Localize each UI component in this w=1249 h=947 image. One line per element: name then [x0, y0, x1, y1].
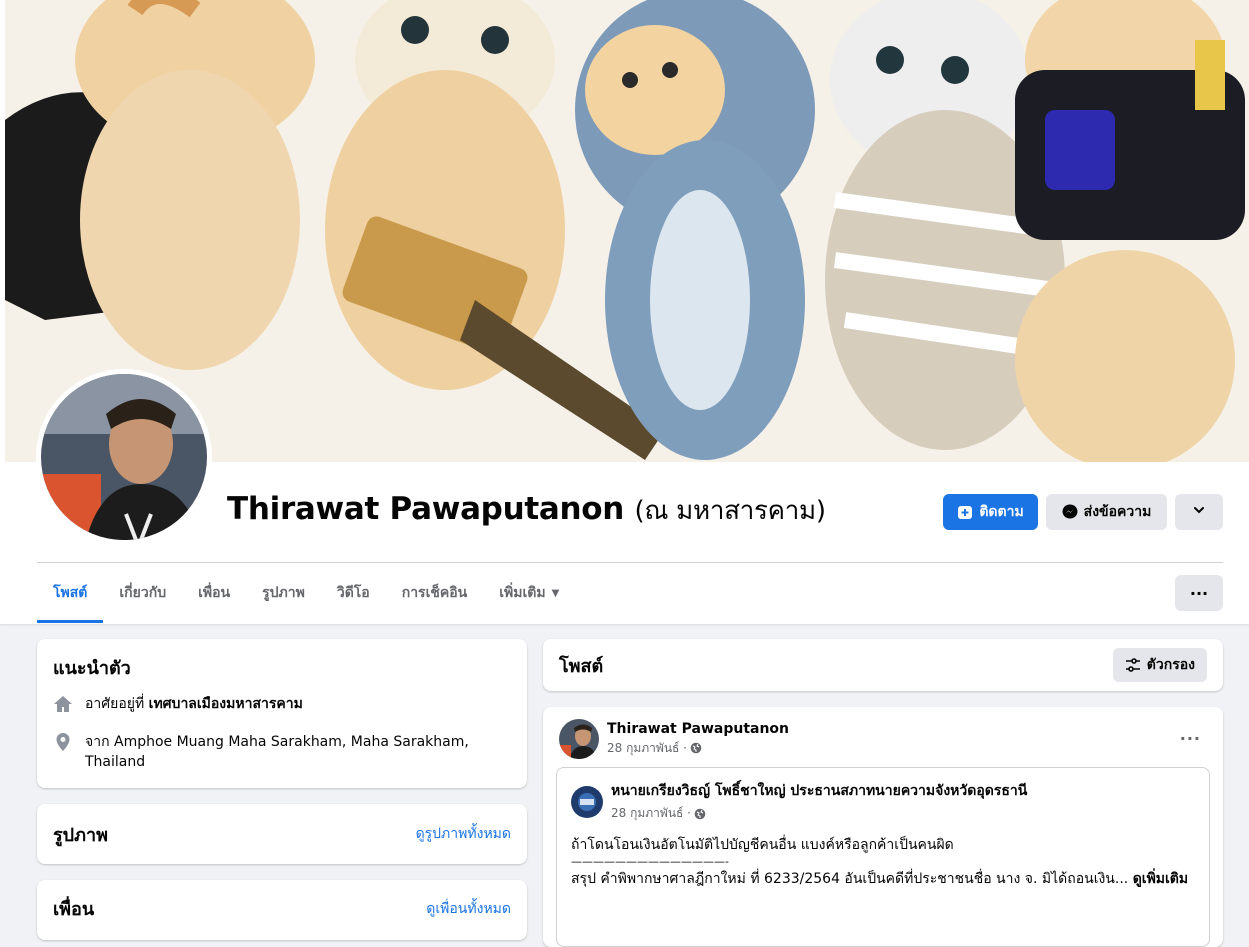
tab-label: เพื่อน [198, 585, 231, 601]
intro-title: แนะนำตัว [53, 658, 131, 679]
tab-about[interactable]: เกี่ยวกับ [103, 563, 182, 623]
profile-header: Thirawat Pawaputanon (ณ มหาสารคาม) ติดตา… [0, 0, 1249, 624]
photos-title: รูปภาพ [53, 824, 108, 846]
tab-label: เกี่ยวกับ [119, 585, 167, 601]
tab-label: เพิ่มเติม [499, 585, 546, 601]
see-all-friends-link[interactable]: ดูเพื่อนทั้งหมด [426, 898, 511, 920]
chevron-down-icon [1192, 503, 1206, 521]
post-author-info: Thirawat Pawaputanon 28 กุมภาพันธ์ · [607, 721, 789, 758]
friends-header: เพื่อน ดูเพื่อนทั้งหมด [53, 894, 511, 923]
profile-avatar[interactable] [41, 374, 207, 540]
from-prefix: จาก [85, 734, 110, 750]
tab-label: รูปภาพ [262, 585, 305, 601]
more-dots-icon: ··· [1179, 729, 1201, 748]
profile-name: Thirawat Pawaputanon (ณ มหาสารคาม) [227, 490, 826, 531]
post-author-avatar[interactable] [559, 719, 599, 759]
tab-label: การเช็คอิน [401, 585, 468, 601]
see-more-link[interactable]: ดูเพิ่มเติม [1133, 871, 1188, 887]
photos-card: รูปภาพ ดูรูปภาพทั้งหมด [37, 804, 527, 864]
intro-from-text: จาก Amphoe Muang Maha Sarakham, Maha Sar… [85, 732, 511, 772]
home-icon [53, 694, 85, 720]
shared-text-summary: สรุป คำพิพากษาศาลฎีกาใหม่ ที่ 6233/2564 … [571, 871, 1129, 887]
post-date[interactable]: 28 กุมภาพันธ์ · [607, 739, 687, 758]
shared-post-header: หนายเกรียงวิธญ์ โพธิ์ชาใหญ่ ประธานสภาทนา… [571, 780, 1195, 823]
posts-header-card: โพสต์ ตัวกรอง [543, 639, 1223, 691]
intro-lives-text: อาศัยอยู่ที่ เทศบาลเมืองมหาสารคาม [85, 694, 303, 714]
intro-lives-in: อาศัยอยู่ที่ เทศบาลเมืองมหาสารคาม [53, 694, 511, 720]
profile-tabs: โพสต์ เกี่ยวกับ เพื่อน รูปภาพ วิดีโอ การ… [37, 563, 575, 623]
follow-label: ติดตาม [979, 504, 1024, 520]
caret-down-icon: ▼ [551, 587, 560, 599]
shared-author-info: หนายเกรียงวิธญ์ โพธิ์ชาใหญ่ ประธานสภาทนา… [611, 780, 1027, 823]
post-card: Thirawat Pawaputanon 28 กุมภาพันธ์ · ···… [543, 707, 1223, 947]
globe-icon [690, 742, 702, 754]
follow-plus-icon [957, 504, 973, 520]
lives-prefix: อาศัยอยู่ที่ [85, 696, 145, 712]
shared-author-avatar[interactable] [571, 785, 603, 818]
more-dots-icon: ··· [1189, 583, 1209, 603]
shared-post-text: ถ้าโดนโอนเงินอัตโนมัติไปบัญชีคนอื่น แบงค… [571, 835, 1195, 889]
filter-label: ตัวกรอง [1146, 657, 1195, 673]
tabs-more-options-button[interactable]: ··· [1175, 575, 1223, 611]
intro-card: แนะนำตัว อาศัยอยู่ที่ เทศบาลเมืองมหาสารค… [37, 639, 527, 788]
post-meta: 28 กุมภาพันธ์ · [607, 739, 789, 758]
tab-more[interactable]: เพิ่มเติม ▼ [483, 563, 575, 623]
message-button[interactable]: ส่งข้อความ [1046, 494, 1167, 530]
tab-friends[interactable]: เพื่อน [182, 563, 246, 623]
cover-photo[interactable] [5, 0, 1249, 462]
tab-videos[interactable]: วิดีโอ [321, 563, 386, 623]
shared-text-line: สรุป คำพิพากษาศาลฎีกาใหม่ ที่ 6233/2564 … [571, 869, 1195, 889]
shared-author-name[interactable]: หนายเกรียงวิธญ์ โพธิ์ชาใหญ่ ประธานสภาทนา… [611, 780, 1027, 802]
profile-more-button[interactable] [1175, 494, 1223, 530]
see-all-photos-link[interactable]: ดูรูปภาพทั้งหมด [416, 823, 511, 845]
location-pin-icon [53, 732, 85, 758]
shared-text-line: ——————————————- [571, 855, 729, 868]
tab-label: โพสต์ [53, 585, 88, 601]
friends-card: เพื่อน ดูเพื่อนทั้งหมด [37, 880, 527, 940]
tab-checkins[interactable]: การเช็คอิน [386, 563, 484, 623]
messenger-icon [1062, 504, 1078, 520]
lives-place[interactable]: เทศบาลเมืองมหาสารคาม [149, 696, 303, 712]
post-options-button[interactable]: ··· [1180, 729, 1201, 748]
tab-label: วิดีโอ [336, 585, 370, 601]
message-label: ส่งข้อความ [1083, 504, 1152, 520]
shared-post-meta: 28 กุมภาพันธ์ · [611, 804, 1027, 823]
intro-from: จาก Amphoe Muang Maha Sarakham, Maha Sar… [53, 732, 511, 772]
posts-title: โพสต์ [559, 655, 604, 677]
shared-text-line: ถ้าโดนโอนเงินอัตโนมัติไปบัญชีคนอื่น แบงค… [571, 837, 954, 853]
shared-post[interactable]: หนายเกรียงวิธญ์ โพธิ์ชาใหญ่ ประธานสภาทนา… [556, 767, 1210, 947]
filter-button[interactable]: ตัวกรอง [1112, 648, 1207, 682]
profile-alternate-name: (ณ มหาสารคาม) [634, 496, 827, 526]
shared-post-date[interactable]: 28 กุมภาพันธ์ · [611, 804, 691, 823]
follow-button[interactable]: ติดตาม [943, 494, 1038, 530]
tab-posts[interactable]: โพสต์ [37, 563, 104, 623]
from-place[interactable]: Amphoe Muang Maha Sarakham, Maha Sarakha… [85, 734, 469, 770]
filter-icon [1125, 657, 1141, 673]
globe-icon [694, 808, 706, 820]
profile-primary-name: Thirawat Pawaputanon [227, 491, 625, 527]
post-header: Thirawat Pawaputanon 28 กุมภาพันธ์ · [559, 719, 1207, 759]
friends-title: เพื่อน [53, 899, 95, 920]
tab-photos[interactable]: รูปภาพ [246, 563, 321, 623]
post-author-name[interactable]: Thirawat Pawaputanon [607, 721, 789, 737]
